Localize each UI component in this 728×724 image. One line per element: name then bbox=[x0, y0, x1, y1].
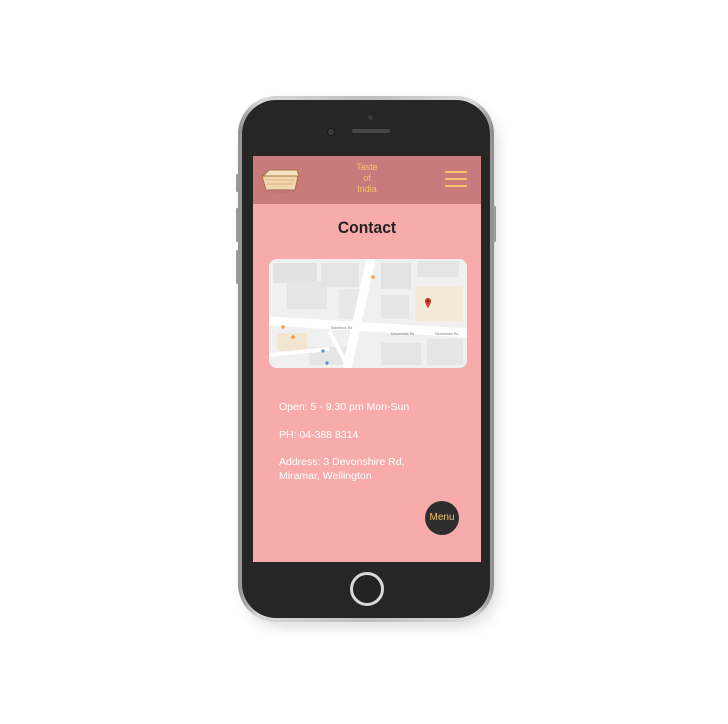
volume-up-button bbox=[236, 208, 239, 242]
app-header: Taste of India bbox=[253, 156, 481, 204]
power-button bbox=[493, 206, 496, 242]
front-camera bbox=[328, 129, 334, 135]
svg-text:Devonshire Rd: Devonshire Rd bbox=[391, 332, 414, 336]
svg-text:Stanbrock Rd: Stanbrock Rd bbox=[331, 326, 352, 330]
earpiece-speaker bbox=[352, 129, 390, 133]
address-line-1: Address: 3 Devonshire Rd, bbox=[279, 456, 405, 468]
takeaway-container-icon[interactable] bbox=[259, 166, 301, 194]
brand-line-3: India bbox=[357, 184, 377, 194]
proximity-sensor bbox=[368, 115, 373, 120]
page-title: Contact bbox=[337, 218, 397, 237]
mute-switch bbox=[236, 174, 239, 192]
brand-line-2: of bbox=[363, 173, 371, 183]
phone-number[interactable]: PH: 04-388 8314 bbox=[279, 428, 358, 442]
phone-screen: Taste of India Contact Stanbrock Rd Devo… bbox=[253, 156, 481, 562]
brand-line-1: Taste bbox=[356, 162, 378, 172]
opening-hours: Open: 5 - 9.30 pm Mon-Sun bbox=[279, 401, 410, 413]
address: Address: 3 Devonshire Rd, Miramar, Welli… bbox=[279, 455, 439, 483]
menu-button[interactable]: Menu bbox=[425, 501, 459, 535]
address-line-2: Miramar, Wellington bbox=[279, 470, 372, 482]
volume-down-button bbox=[236, 250, 239, 284]
brand-name[interactable]: Taste of India bbox=[347, 162, 387, 195]
svg-text:Devonshire Rd: Devonshire Rd bbox=[435, 332, 458, 336]
hamburger-icon[interactable] bbox=[445, 171, 467, 188]
location-map[interactable]: Stanbrock Rd Devonshire Rd Devonshire Rd bbox=[269, 259, 467, 368]
home-button[interactable] bbox=[350, 572, 384, 606]
